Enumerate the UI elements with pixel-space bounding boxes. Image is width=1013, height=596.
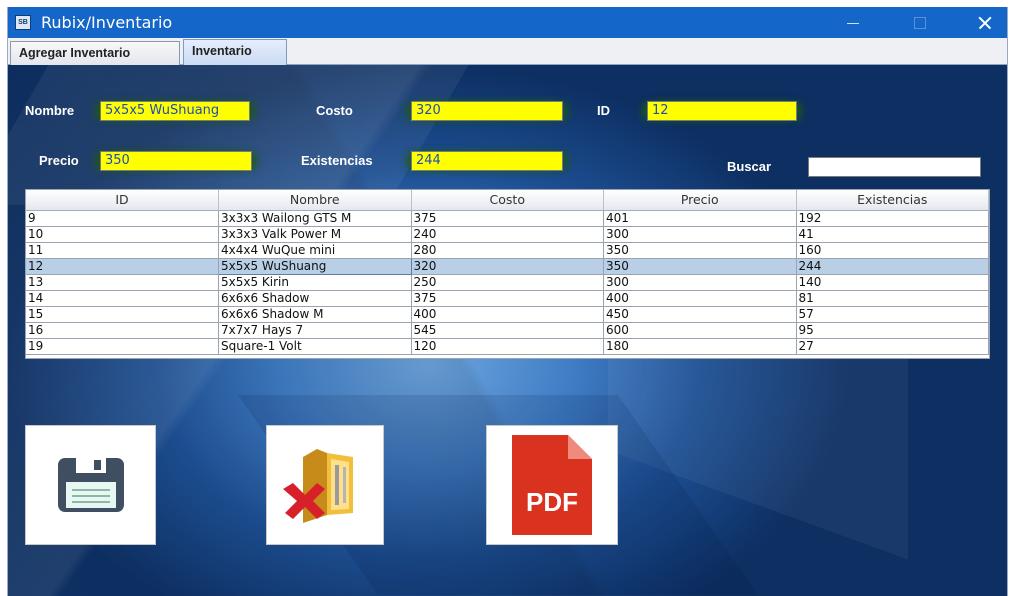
cell-costo[interactable]: 240 bbox=[411, 226, 604, 243]
existencias-label: Existencias bbox=[301, 153, 373, 168]
tab-agregar-inventario[interactable]: Agregar Inventario bbox=[10, 41, 180, 65]
table-row[interactable]: 16 7x7x7 Hays 7 545 600 95 bbox=[26, 322, 989, 339]
pdf-label: PDF bbox=[526, 487, 578, 517]
cell-existencias[interactable]: 81 bbox=[796, 290, 989, 307]
save-button[interactable] bbox=[25, 425, 156, 545]
column-header-id[interactable]: ID bbox=[26, 190, 219, 211]
window-title: Rubix/Inventario bbox=[41, 13, 173, 32]
cell-precio[interactable]: 300 bbox=[603, 274, 797, 291]
cell-nombre[interactable]: 3x3x3 Valk Power M bbox=[218, 226, 412, 243]
cell-id[interactable]: 9 bbox=[26, 210, 219, 227]
column-header-precio[interactable]: Precio bbox=[603, 190, 797, 211]
cell-precio[interactable]: 180 bbox=[603, 338, 797, 355]
cell-precio[interactable]: 450 bbox=[603, 306, 797, 323]
nombre-field[interactable]: 5x5x5 WuShuang bbox=[100, 101, 250, 121]
cell-id[interactable]: 15 bbox=[26, 306, 219, 323]
cell-nombre[interactable]: 5x5x5 Kirin bbox=[218, 274, 412, 291]
cell-existencias[interactable]: 160 bbox=[796, 242, 989, 259]
pdf-file-icon: PDF bbox=[512, 435, 592, 535]
cell-id[interactable]: 16 bbox=[26, 322, 219, 339]
maximize-icon[interactable] bbox=[897, 7, 941, 38]
cell-existencias[interactable]: 192 bbox=[796, 210, 989, 227]
cell-id[interactable]: 11 bbox=[26, 242, 219, 259]
column-header-costo[interactable]: Costo bbox=[411, 190, 604, 211]
cell-precio[interactable]: 300 bbox=[603, 226, 797, 243]
precio-field[interactable]: 350 bbox=[100, 151, 252, 171]
cell-costo[interactable]: 375 bbox=[411, 290, 604, 307]
table-row[interactable]: 9 3x3x3 Wailong GTS M 375 401 192 bbox=[26, 210, 989, 227]
table-row[interactable]: 11 4x4x4 WuQue mini 280 350 160 bbox=[26, 242, 989, 259]
delete-button[interactable] bbox=[266, 425, 384, 545]
cell-nombre[interactable]: Square-1 Volt bbox=[218, 338, 412, 355]
cell-nombre[interactable]: 3x3x3 Wailong GTS M bbox=[218, 210, 412, 227]
cell-nombre[interactable]: 4x4x4 WuQue mini bbox=[218, 242, 412, 259]
table-row[interactable]: 19 Square-1 Volt 120 180 27 bbox=[26, 338, 989, 355]
delete-folder-icon bbox=[283, 449, 353, 523]
cell-existencias[interactable]: 57 bbox=[796, 306, 989, 323]
cell-existencias[interactable]: 41 bbox=[796, 226, 989, 243]
inventory-table: ID Nombre Costo Precio Existencias 9 3x3… bbox=[25, 189, 990, 359]
cell-precio[interactable]: 350 bbox=[603, 258, 797, 275]
buscar-label: Buscar bbox=[727, 159, 772, 174]
cell-nombre[interactable]: 6x6x6 Shadow M bbox=[218, 306, 412, 323]
table-row[interactable]: 14 6x6x6 Shadow 375 400 81 bbox=[26, 290, 989, 307]
cell-costo[interactable]: 320 bbox=[411, 258, 604, 275]
table-row[interactable]: 10 3x3x3 Valk Power M 240 300 41 bbox=[26, 226, 989, 243]
column-header-existencias[interactable]: Existencias bbox=[796, 190, 989, 211]
cell-existencias[interactable]: 244 bbox=[796, 258, 989, 275]
costo-label: Costo bbox=[316, 103, 353, 118]
nombre-label: Nombre bbox=[25, 103, 75, 118]
id-field[interactable]: 12 bbox=[647, 101, 797, 121]
close-icon[interactable] bbox=[963, 7, 1007, 38]
table-header-row: ID Nombre Costo Precio Existencias bbox=[26, 190, 989, 211]
cell-costo[interactable]: 400 bbox=[411, 306, 604, 323]
cell-precio[interactable]: 350 bbox=[603, 242, 797, 259]
cell-id[interactable]: 12 bbox=[26, 258, 219, 275]
app-logo-icon: SB bbox=[15, 15, 31, 30]
cell-costo[interactable]: 545 bbox=[411, 322, 604, 339]
id-label: ID bbox=[597, 103, 610, 118]
cell-existencias[interactable]: 140 bbox=[796, 274, 989, 291]
cell-costo[interactable]: 250 bbox=[411, 274, 604, 291]
inventory-panel: Nombre 5x5x5 WuShuang Costo 320 ID 12 Pr… bbox=[8, 65, 1007, 596]
cell-existencias[interactable]: 27 bbox=[796, 338, 989, 355]
column-header-nombre[interactable]: Nombre bbox=[218, 190, 412, 211]
tab-inventario[interactable]: Inventario bbox=[183, 39, 287, 66]
costo-field[interactable]: 320 bbox=[411, 101, 563, 121]
table-row[interactable]: 15 6x6x6 Shadow M 400 450 57 bbox=[26, 306, 989, 323]
cell-costo[interactable]: 120 bbox=[411, 338, 604, 355]
cell-precio[interactable]: 400 bbox=[603, 290, 797, 307]
app-window: SB Rubix/Inventario Agregar Inventario I… bbox=[7, 7, 1008, 596]
precio-label: Precio bbox=[39, 153, 79, 168]
search-input[interactable] bbox=[808, 157, 981, 177]
minimize-icon[interactable] bbox=[831, 7, 875, 38]
cell-existencias[interactable]: 95 bbox=[796, 322, 989, 339]
existencias-field[interactable]: 244 bbox=[411, 151, 563, 171]
cell-nombre[interactable]: 5x5x5 WuShuang bbox=[218, 257, 412, 275]
cell-precio[interactable]: 600 bbox=[603, 322, 797, 339]
cell-nombre[interactable]: 7x7x7 Hays 7 bbox=[218, 322, 412, 339]
tab-bar: Agregar Inventario Inventario bbox=[8, 38, 1007, 66]
cell-id[interactable]: 14 bbox=[26, 290, 219, 307]
cell-costo[interactable]: 375 bbox=[411, 210, 604, 227]
cell-id[interactable]: 13 bbox=[26, 274, 219, 291]
cell-costo[interactable]: 280 bbox=[411, 242, 604, 259]
table-row-selected[interactable]: 12 5x5x5 WuShuang 320 350 244 bbox=[26, 257, 989, 275]
cell-nombre[interactable]: 6x6x6 Shadow bbox=[218, 290, 412, 307]
background-facet bbox=[8, 65, 469, 205]
cell-id[interactable]: 19 bbox=[26, 338, 219, 355]
floppy-disk-icon bbox=[57, 458, 124, 512]
table-row[interactable]: 13 5x5x5 Kirin 250 300 140 bbox=[26, 274, 989, 291]
title-bar[interactable]: SB Rubix/Inventario bbox=[8, 7, 1007, 38]
cell-id[interactable]: 10 bbox=[26, 226, 219, 243]
export-pdf-button[interactable]: PDF bbox=[486, 425, 618, 545]
cell-precio[interactable]: 401 bbox=[603, 210, 797, 227]
